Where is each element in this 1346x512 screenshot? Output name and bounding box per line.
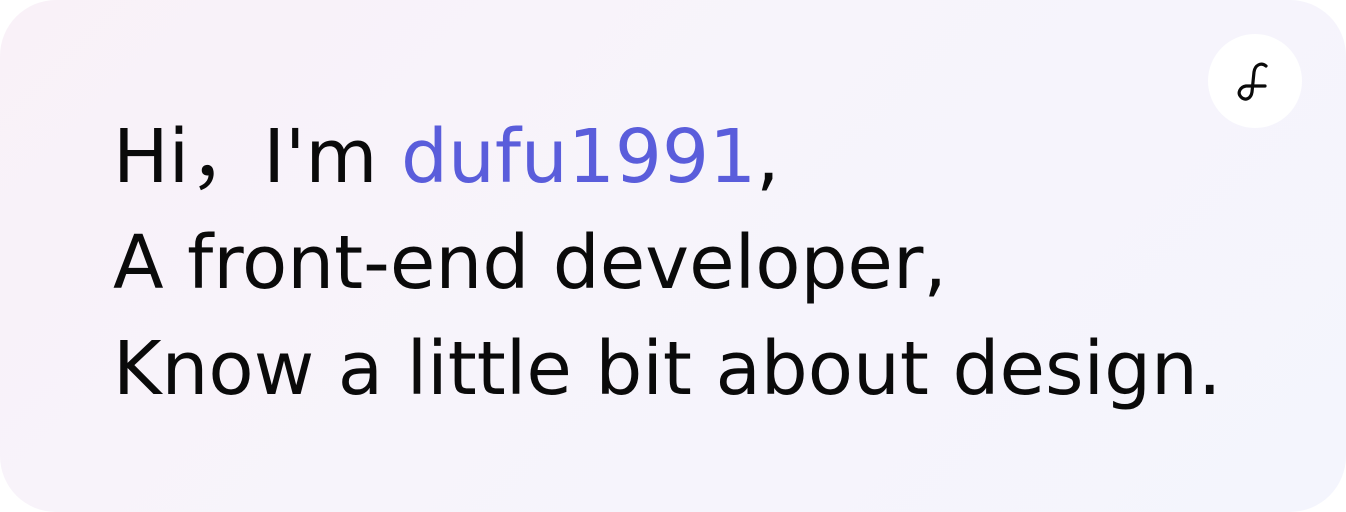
greeting: Hi， [113,114,264,200]
intro-card: Hi，I'm dufu1991, A front-end developer, … [0,0,1346,512]
intro-line-3: Know a little bit about design. [113,326,1222,412]
intro-line-1: Hi，I'm dufu1991, [113,104,1221,210]
username: dufu1991 [401,114,757,200]
intro-line-2: A front-end developer, [113,220,947,306]
im-label: I'm [263,114,401,200]
intro-text: Hi，I'm dufu1991, A front-end developer, … [113,104,1221,422]
name-suffix: , [756,114,780,200]
dufu-logo-icon [1230,56,1280,106]
logo-badge[interactable] [1208,34,1302,128]
